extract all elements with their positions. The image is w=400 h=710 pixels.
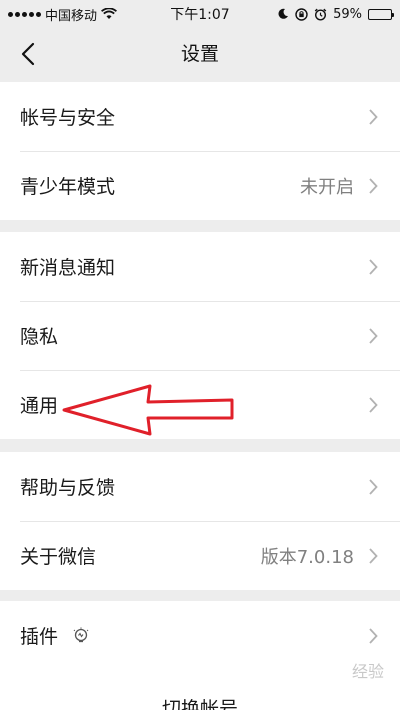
settings-item-privacy[interactable]: 隐私: [0, 301, 400, 370]
settings-item-help-feedback[interactable]: 帮助与反馈: [0, 452, 400, 521]
chevron-right-icon: [369, 478, 378, 495]
status-bar: 中国移动 下午1:07 59%: [0, 0, 400, 28]
settings-item-account-security[interactable]: 帐号与安全: [0, 82, 400, 151]
settings-group-notifications: 新消息通知 隐私 通用: [0, 232, 400, 439]
row-label: 关于微信: [20, 546, 97, 568]
version-label: 版本7.0.18: [260, 546, 354, 568]
settings-group-about: 帮助与反馈 关于微信 版本7.0.18: [0, 452, 400, 590]
alarm-icon: [314, 8, 327, 21]
row-label: 帮助与反馈: [20, 477, 116, 499]
teen-mode-status: 未开启: [300, 176, 354, 198]
settings-item-general[interactable]: 通用: [0, 370, 400, 439]
chevron-right-icon: [369, 327, 378, 344]
orientation-lock-icon: [295, 7, 308, 21]
switch-account-row[interactable]: 切换帐号: [0, 670, 400, 710]
chevron-right-icon: [369, 108, 378, 125]
row-label: 通用: [20, 395, 59, 417]
row-label: 帐号与安全: [20, 107, 116, 129]
nav-bar: 设置: [0, 28, 400, 80]
switch-account-label: 切换帐号: [161, 698, 238, 710]
settings-item-about-wechat[interactable]: 关于微信 版本7.0.18: [0, 521, 400, 590]
row-label: 隐私: [20, 326, 59, 348]
watermark: 经验: [351, 662, 384, 681]
chevron-right-icon: [369, 177, 378, 194]
moon-icon: [278, 8, 289, 19]
settings-group-plugins: 插件: [0, 601, 400, 670]
plugin-bulb-icon: [72, 627, 90, 645]
row-label: 插件: [20, 626, 59, 648]
settings-item-plugins[interactable]: 插件: [0, 601, 400, 670]
page-title: 设置: [180, 43, 219, 65]
battery-percent: 59%: [333, 6, 362, 22]
settings-group-account: 帐号与安全 青少年模式 未开启: [0, 82, 400, 220]
battery-icon: [368, 8, 394, 20]
chevron-right-icon: [369, 547, 378, 564]
row-label: 新消息通知: [20, 257, 116, 279]
row-label: 青少年模式: [20, 176, 116, 198]
settings-item-new-message-notifications[interactable]: 新消息通知: [0, 232, 400, 301]
chevron-right-icon: [369, 627, 378, 644]
chevron-right-icon: [369, 396, 378, 413]
settings-item-teen-mode[interactable]: 青少年模式 未开启: [0, 151, 400, 220]
chevron-right-icon: [369, 258, 378, 275]
status-right: 59%: [277, 0, 394, 28]
